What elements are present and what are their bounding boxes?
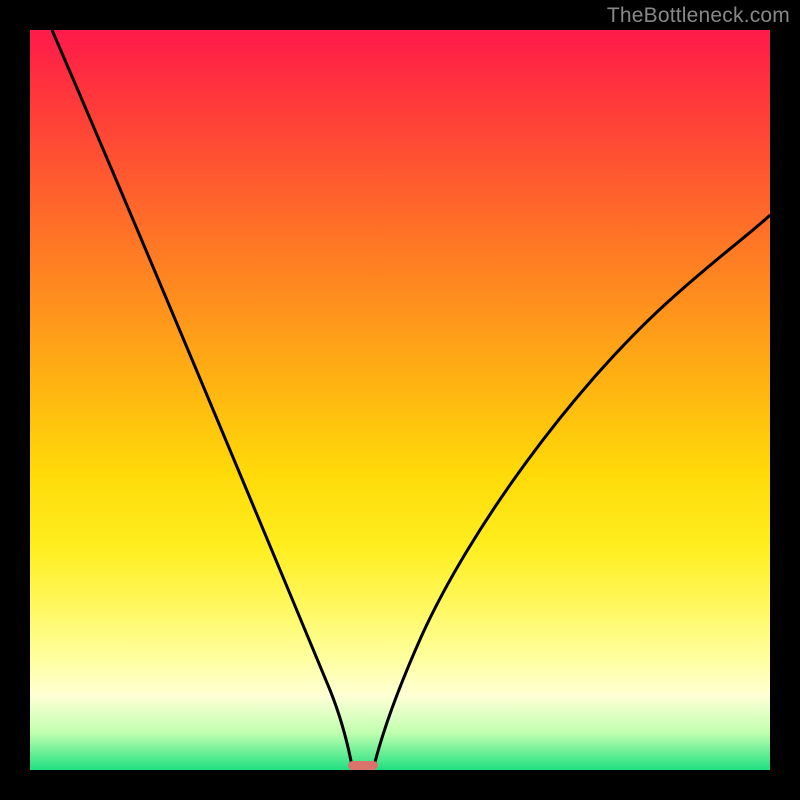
chart-frame: TheBottleneck.com: [0, 0, 800, 800]
plot-area: [30, 30, 770, 770]
curve-layer: [30, 30, 770, 770]
watermark-text: TheBottleneck.com: [607, 4, 790, 28]
bottleneck-marker: [348, 761, 378, 770]
right-curve: [374, 215, 770, 766]
left-curve: [52, 30, 352, 766]
